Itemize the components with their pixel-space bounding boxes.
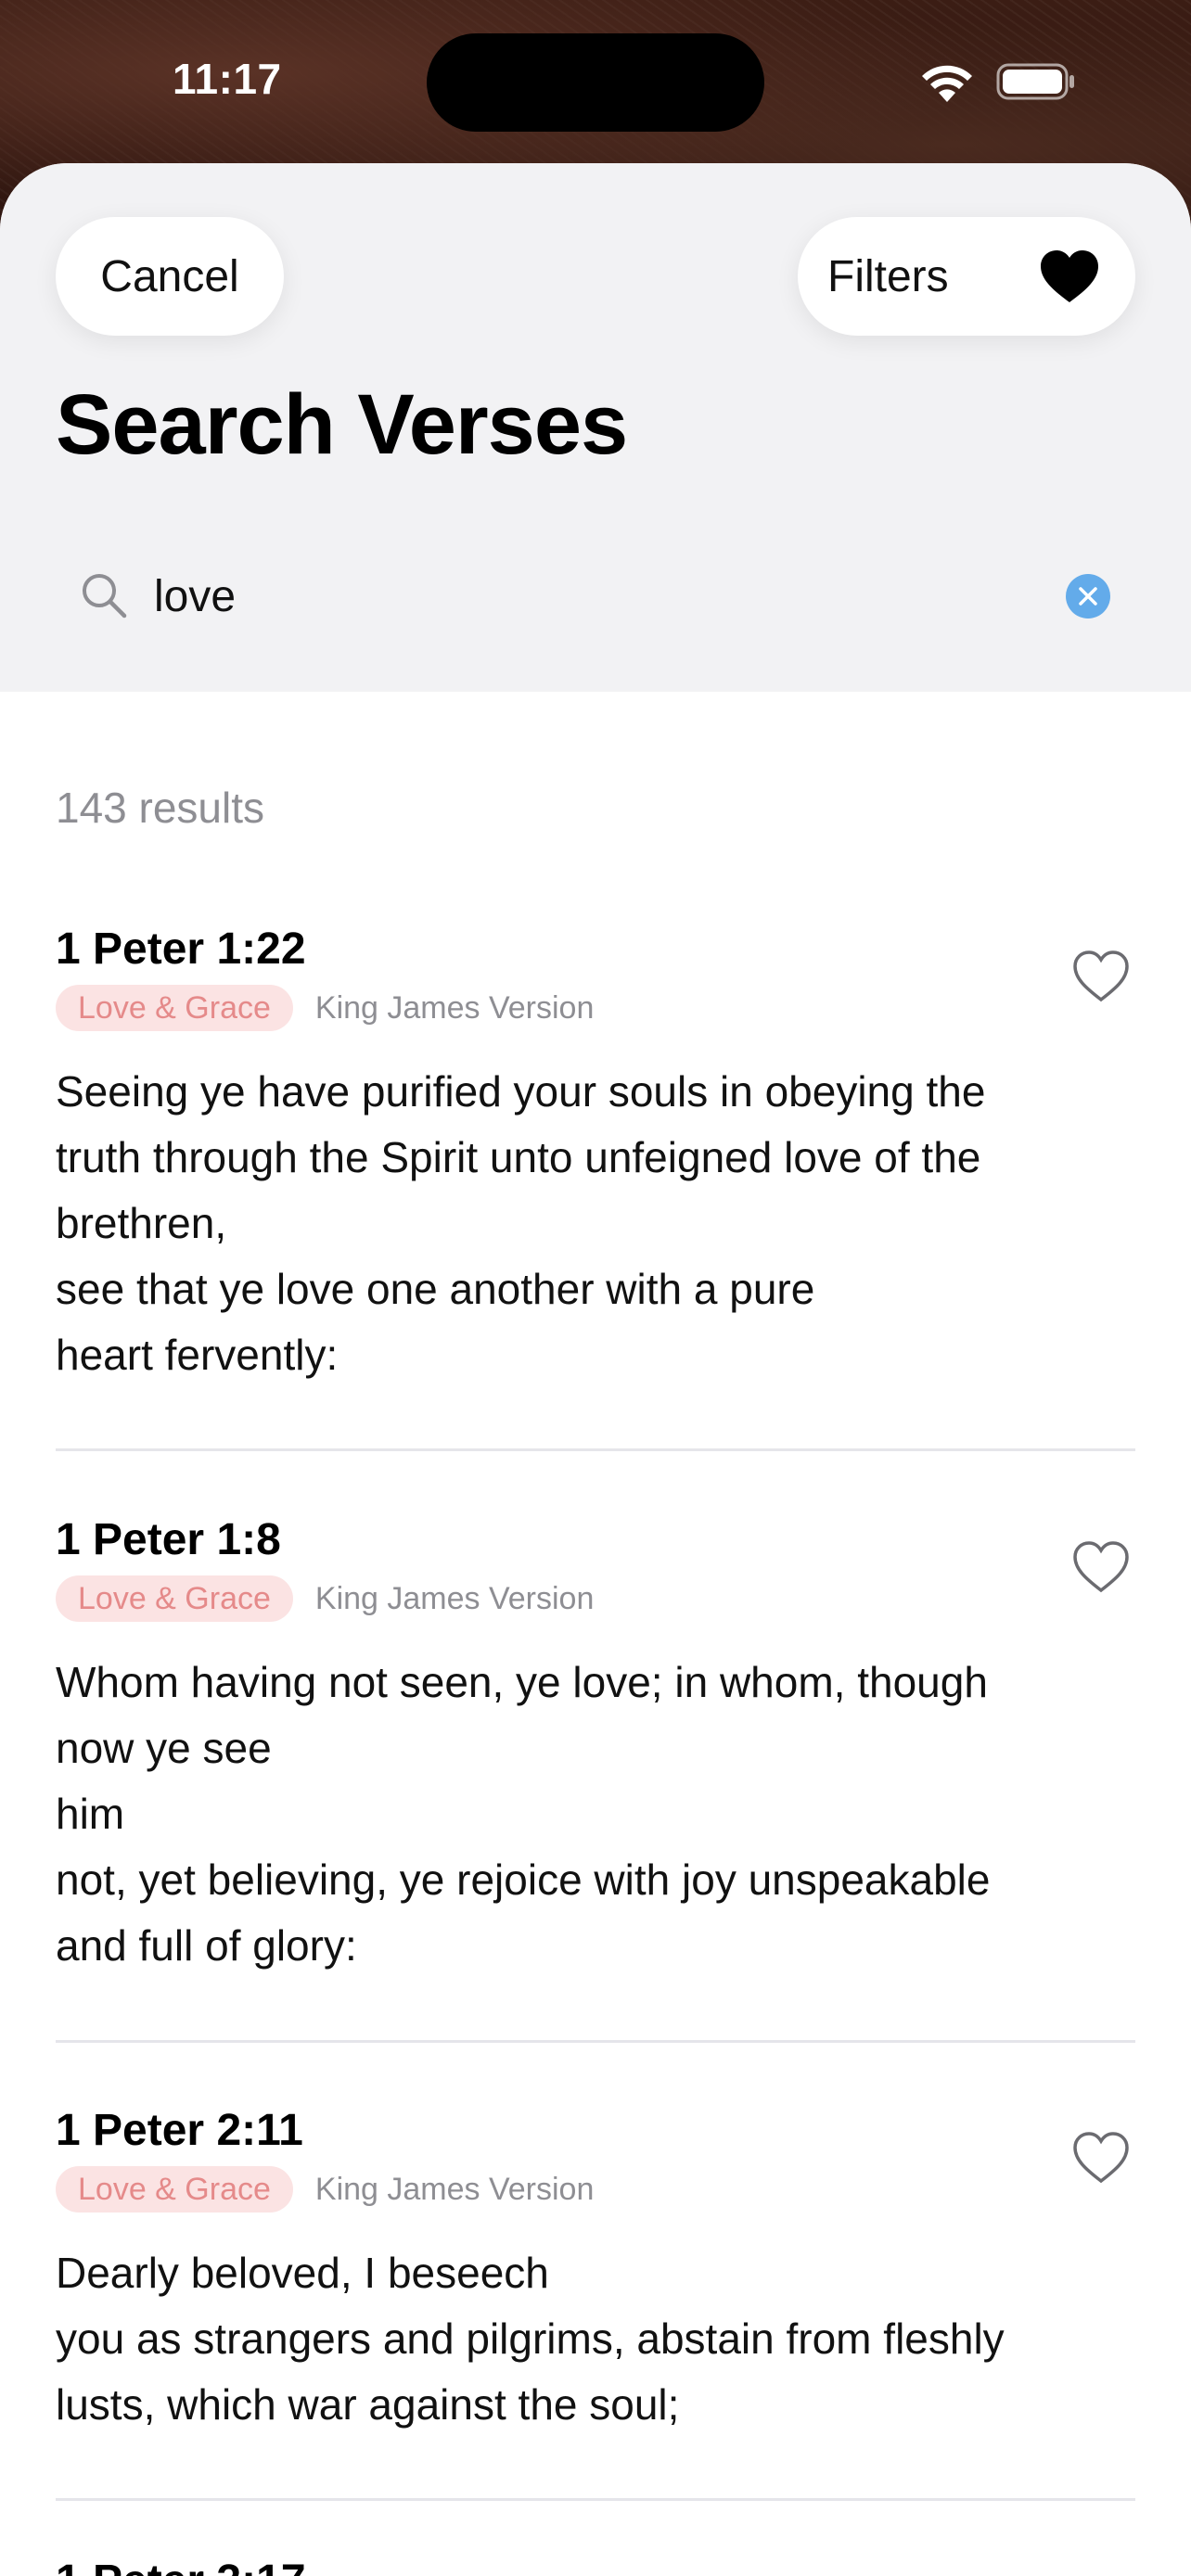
- cancel-button[interactable]: Cancel: [56, 217, 284, 336]
- bible-version: King James Version: [314, 2171, 595, 2207]
- verse-meta: Love & Grace King James Version: [56, 2166, 1135, 2213]
- verse-meta: Love & Grace King James Version: [56, 1575, 1135, 1622]
- verse-text: Whom having not seen, ye love; in whom, …: [56, 1658, 991, 1970]
- status-bar: 11:17: [0, 0, 1191, 162]
- verse-reference: 1 Peter 1:8: [56, 1515, 281, 1564]
- battery-icon: [996, 63, 1074, 100]
- bible-version: King James Version: [314, 989, 595, 1026]
- verse-reference: 1 Peter 2:11: [56, 2106, 303, 2155]
- filters-label: Filters: [827, 251, 949, 301]
- search-input[interactable]: love: [154, 571, 236, 622]
- search-sheet: Cancel Filters Search Verses love 143 re…: [0, 163, 1191, 2576]
- divider: [56, 2498, 1135, 2501]
- heart-outline-icon[interactable]: [1072, 950, 1130, 1003]
- verse-result[interactable]: 1 Peter 1:22 Love & Grace King James Ver…: [56, 924, 1135, 1388]
- heart-outline-icon[interactable]: [1072, 2131, 1130, 2185]
- status-time: 11:17: [173, 55, 282, 103]
- filters-button[interactable]: Filters: [798, 217, 1135, 336]
- verse-meta: Love & Grace King James Version: [56, 985, 1135, 1031]
- results-count: 143 results: [56, 784, 265, 832]
- sheet-header: Cancel Filters Search Verses love: [0, 163, 1191, 692]
- divider: [56, 1448, 1135, 1451]
- search-field[interactable]: love: [56, 543, 1135, 649]
- clear-icon[interactable]: [1065, 573, 1111, 619]
- wifi-icon: [922, 65, 972, 102]
- heart-filled-icon[interactable]: [1039, 249, 1100, 304]
- verse-text: Dearly beloved, I beseech you as strange…: [56, 2249, 1005, 2429]
- page-title: Search Verses: [56, 377, 628, 472]
- dynamic-island: [427, 33, 764, 132]
- verse-result[interactable]: 1 Peter 2:11 Love & Grace King James Ver…: [56, 2105, 1135, 2438]
- search-icon: [83, 574, 127, 618]
- category-tag: Love & Grace: [56, 1575, 293, 1622]
- category-tag: Love & Grace: [56, 985, 293, 1031]
- category-tag: Love & Grace: [56, 2166, 293, 2213]
- verse-result[interactable]: 1 Peter 1:8 Love & Grace King James Vers…: [56, 1514, 1135, 1979]
- verse-reference-partial[interactable]: 1 Peter 3:17: [56, 2556, 306, 2576]
- verse-reference: 1 Peter 1:22: [56, 925, 306, 974]
- divider: [56, 2040, 1135, 2043]
- verse-text: Seeing ye have purified your souls in ob…: [56, 1067, 986, 1379]
- bible-version: King James Version: [314, 1580, 595, 1616]
- heart-outline-icon[interactable]: [1072, 1540, 1130, 1594]
